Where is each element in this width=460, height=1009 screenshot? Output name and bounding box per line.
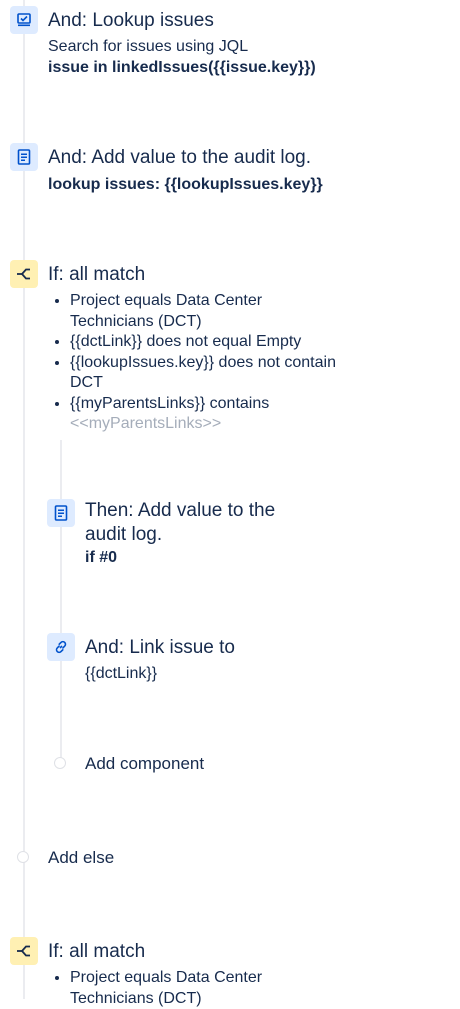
add-else-label: Add else	[48, 848, 115, 867]
audit-log-title-2b: audit log.	[85, 524, 163, 545]
lookup-issues-icon	[10, 6, 38, 34]
inner-connector-line	[60, 440, 62, 764]
condition-item: Project equals Data Center Technicians (…	[70, 291, 340, 332]
branch-condition-icon	[10, 937, 38, 965]
condition-item: {{myParentsLinks}} contains <<myParentsL…	[70, 394, 340, 435]
condition-list-1: Project equals Data Center Technicians (…	[48, 291, 340, 435]
lookup-issues-subtitle: Search for issues using JQL	[48, 38, 249, 55]
lookup-issues-title: And: Lookup issues	[48, 10, 214, 31]
audit-log-title-2a: Then: Add value to the	[85, 500, 276, 521]
audit-log-title-1: And: Add value to the audit log.	[48, 147, 312, 168]
condition-text: {{myParentsLinks}} contains	[70, 394, 270, 412]
add-else-dot	[17, 851, 29, 863]
condition-item: Project equals Data Center Technicians (…	[70, 968, 340, 1009]
condition-faded-text: <<myParentsLinks>>	[70, 415, 222, 432]
audit-log-value-2: if #0	[85, 549, 118, 566]
condition-item: {{dctLink}} does not equal Empty	[70, 332, 340, 353]
branch-condition-icon	[10, 260, 38, 288]
if-condition-title-1: If: all match	[48, 264, 146, 285]
audit-log-icon	[10, 143, 38, 171]
add-component-label: Add component	[85, 754, 205, 773]
lookup-issues-query: issue in linkedIssues({{issue.key}})	[48, 59, 316, 76]
condition-list-2: Project equals Data Center Technicians (…	[48, 968, 340, 1009]
audit-log-icon	[47, 499, 75, 527]
link-issue-title: And: Link issue to	[85, 637, 235, 658]
link-icon	[47, 633, 75, 661]
condition-item: {{lookupIssues.key}} does not contain DC…	[70, 353, 340, 394]
add-component-dot	[54, 757, 66, 769]
if-condition-title-2: If: all match	[48, 941, 146, 962]
link-issue-value: {{dctLink}}	[85, 665, 158, 682]
audit-log-value-1: lookup issues: {{lookupIssues.key}}	[48, 176, 323, 193]
